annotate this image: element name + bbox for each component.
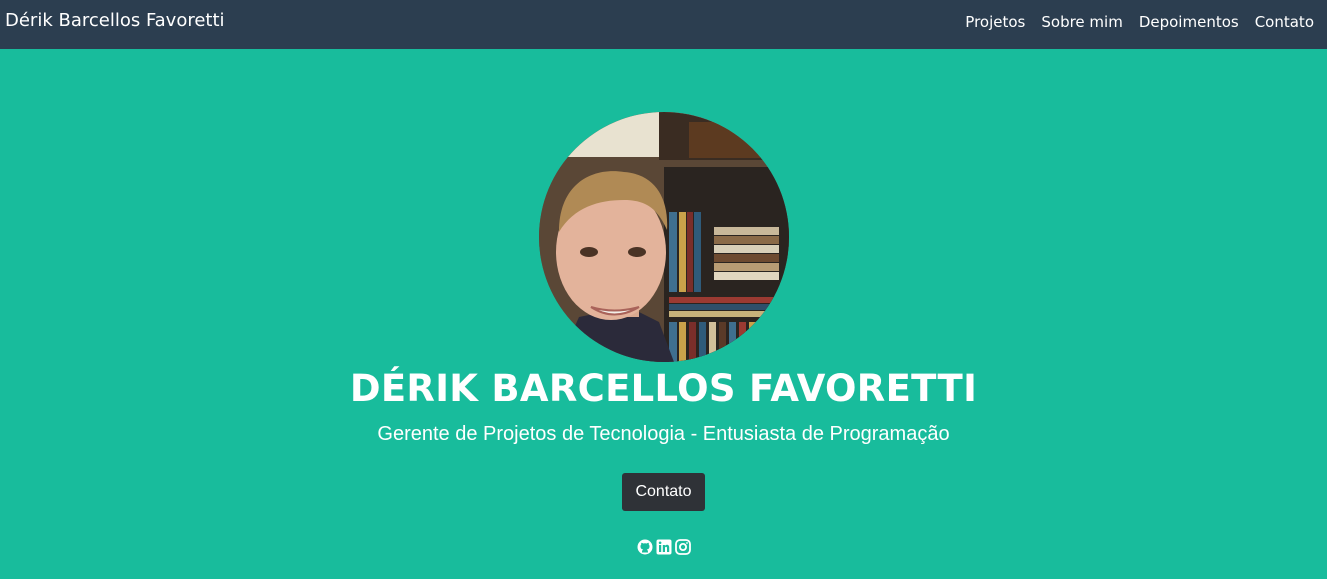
profile-name: DÉRIK BARCELLOS FAVORETTI	[349, 367, 978, 410]
nav-link-sobre-mim[interactable]: Sobre mim	[1041, 13, 1122, 31]
nav-link-projetos[interactable]: Projetos	[965, 13, 1025, 31]
github-icon[interactable]	[637, 539, 653, 555]
linkedin-icon[interactable]	[656, 539, 672, 555]
nav-link-contato[interactable]: Contato	[1255, 13, 1314, 31]
nav-link-depoimentos[interactable]: Depoimentos	[1139, 13, 1239, 31]
nav-menu: Projetos Sobre mim Depoimentos Contato	[965, 13, 1314, 31]
social-links	[637, 539, 691, 555]
brand-link[interactable]: Dérik Barcellos Favoretti	[5, 10, 225, 31]
instagram-icon[interactable]	[675, 539, 691, 555]
navbar: Dérik Barcellos Favoretti Projetos Sobre…	[0, 0, 1327, 49]
contact-button[interactable]: Contato	[622, 473, 705, 511]
profile-photo	[539, 112, 789, 362]
profile-subtitle: Gerente de Projetos de Tecnologia - Entu…	[377, 423, 950, 445]
